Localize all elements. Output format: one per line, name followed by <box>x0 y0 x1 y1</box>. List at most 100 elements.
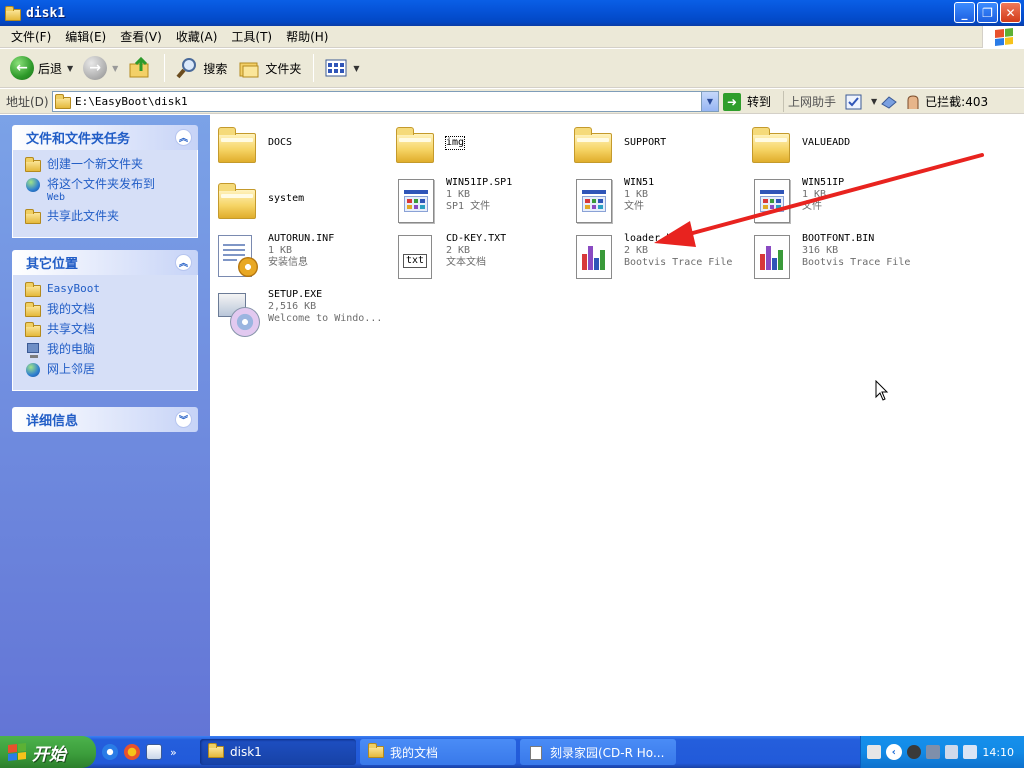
user-icon[interactable] <box>906 745 921 759</box>
folders-button[interactable]: 文件夹 <box>233 52 305 84</box>
title-bar[interactable]: disk1 _ ❐ ✕ <box>0 0 1024 26</box>
task-publish-web[interactable]: 将这个文件夹发布到 Web <box>25 177 197 205</box>
folder-icon <box>25 282 41 298</box>
place-easyboot[interactable]: EasyBoot <box>25 282 197 298</box>
file-name: DOCS <box>268 137 293 148</box>
place-network[interactable]: 网上邻居 <box>25 362 197 378</box>
folder-icon <box>5 5 21 21</box>
file-name: CD-KEY.TXT <box>446 233 507 244</box>
file-item[interactable]: BOOTFONT.BIN 316 KB Bootvis Trace File <box>748 233 910 281</box>
folders-label: 文件夹 <box>265 61 302 76</box>
cd-icon <box>230 307 260 337</box>
clock[interactable]: 14:10 <box>982 746 1014 759</box>
toolbar-separator <box>164 54 166 82</box>
collapse-chevron-icon[interactable]: ︽ <box>175 254 192 271</box>
place-my-documents-label: 我的文档 <box>47 302 96 316</box>
forward-dropdown-icon[interactable]: ▼ <box>112 64 118 73</box>
windows-logo-icon <box>982 26 1024 48</box>
menu-file[interactable]: 文件(F) <box>4 27 58 47</box>
file-item[interactable]: VALUEADD <box>748 123 850 171</box>
search-button[interactable]: 搜索 <box>171 52 231 84</box>
back-button[interactable]: ← 后退 ▼ <box>6 52 77 84</box>
menu-favorites[interactable]: 收藏(A) <box>169 27 225 47</box>
task-new-folder[interactable]: 创建一个新文件夹 <box>25 157 197 173</box>
address-input[interactable]: E:\EasyBoot\disk1 ▼ <box>52 91 719 112</box>
helper-dropdown-icon[interactable]: ▼ <box>871 97 877 106</box>
menu-view[interactable]: 查看(V) <box>113 27 169 47</box>
menu-help[interactable]: 帮助(H) <box>279 27 335 47</box>
task-my-documents[interactable]: 我的文档 <box>360 739 516 765</box>
file-item[interactable]: SETUP.EXE 2,516 KB Welcome to Windo... <box>214 289 382 337</box>
maximize-button[interactable]: ❐ <box>977 2 998 23</box>
address-label: 地址(D) <box>6 94 49 109</box>
keyboard-icon[interactable] <box>867 745 881 759</box>
file-tasks-header[interactable]: 文件和文件夹任务 ︽ <box>12 125 198 150</box>
checkbox-icon[interactable] <box>845 94 863 110</box>
toolbar: ← 后退 ▼ → ▼ 搜索 文件夹 ▼ <box>0 49 1024 88</box>
file-item[interactable]: img <box>392 123 466 171</box>
gear-icon <box>238 257 258 277</box>
file-item[interactable]: WIN51IP.SP1 1 KB SP1 文件 <box>392 177 512 225</box>
eraser-icon[interactable] <box>880 94 898 110</box>
file-item[interactable]: SUPPORT <box>570 123 666 171</box>
place-my-documents[interactable]: 我的文档 <box>25 302 197 318</box>
network-icon[interactable] <box>925 745 940 759</box>
task-burn-home[interactable]: 刻录家园(CD-R Ho... <box>520 739 676 765</box>
tray-expand-icon[interactable]: ‹ <box>885 744 902 760</box>
file-size: 1 KB <box>268 245 293 256</box>
file-item[interactable]: WIN51 1 KB 文件 <box>570 177 654 225</box>
start-button[interactable]: 开始 <box>0 736 96 768</box>
forward-button[interactable]: → ▼ <box>79 52 122 84</box>
views-dropdown-icon[interactable]: ▼ <box>353 64 359 73</box>
globe-icon <box>25 177 41 193</box>
file-size: 2 KB <box>446 245 471 256</box>
file-item[interactable]: loader.bin 2 KB Bootvis Trace File <box>570 233 732 281</box>
place-shared-documents[interactable]: 共享文档 <box>25 322 197 338</box>
media-player-icon[interactable] <box>124 744 140 760</box>
application-file-icon <box>570 177 618 225</box>
quick-launch-more-icon[interactable]: » <box>170 746 177 759</box>
menu-tools[interactable]: 工具(T) <box>224 27 279 47</box>
toolbar-separator <box>313 54 315 82</box>
minimize-button[interactable]: _ <box>954 2 975 23</box>
views-button[interactable]: ▼ <box>320 52 363 84</box>
folder-icon <box>748 123 796 171</box>
folder-icon <box>570 123 618 171</box>
address-dropdown-icon[interactable]: ▼ <box>701 92 718 111</box>
up-button[interactable] <box>124 52 156 84</box>
expand-chevron-icon[interactable]: ︾ <box>175 411 192 428</box>
folder-icon <box>368 743 384 759</box>
file-type: Welcome to Windo... <box>268 313 383 324</box>
file-item[interactable]: DOCS <box>214 123 292 171</box>
task-share-folder[interactable]: 共享此文件夹 <box>25 209 197 225</box>
volume-icon[interactable] <box>944 745 959 759</box>
back-dropdown-icon[interactable]: ▼ <box>67 64 73 73</box>
internet-helper-label[interactable]: 上网助手 <box>788 93 836 110</box>
search-icon <box>176 58 197 79</box>
details-header[interactable]: 详细信息 ︾ <box>12 407 198 432</box>
setup-info-icon <box>214 233 262 281</box>
show-desktop-icon[interactable] <box>146 744 162 760</box>
menu-edit[interactable]: 编辑(E) <box>58 27 113 47</box>
file-list: DOCS img SUPPORT VALUEADD system WIN51IP… <box>210 115 1024 736</box>
task-disk1[interactable]: disk1 <box>200 739 356 765</box>
file-name: SETUP.EXE <box>268 289 323 300</box>
file-item[interactable]: txt CD-KEY.TXT 2 KB 文本文档 <box>392 233 506 281</box>
internet-explorer-icon[interactable] <box>102 744 118 760</box>
collapse-chevron-icon[interactable]: ︽ <box>175 129 192 146</box>
file-tasks-title: 文件和文件夹任务 <box>26 132 131 147</box>
display-icon[interactable] <box>963 745 978 759</box>
place-my-computer[interactable]: 我的电脑 <box>25 342 197 358</box>
system-tray: ‹ 14:10 <box>860 736 1024 768</box>
file-type: 安装信息 <box>268 257 308 268</box>
close-button[interactable]: ✕ <box>1000 2 1021 23</box>
task-share-label: 共享此文件夹 <box>47 209 120 223</box>
quick-launch: » <box>96 744 183 760</box>
file-item[interactable]: WIN51IP 1 KB 文件 <box>748 177 844 225</box>
file-item[interactable]: system <box>214 179 304 227</box>
go-button[interactable]: ➜ 转到 <box>723 91 771 112</box>
trace-file-icon <box>570 233 618 281</box>
other-places-header[interactable]: 其它位置 ︽ <box>12 250 198 275</box>
file-type: Bootvis Trace File <box>624 257 733 268</box>
file-item[interactable]: AUTORUN.INF 1 KB 安装信息 <box>214 233 334 281</box>
